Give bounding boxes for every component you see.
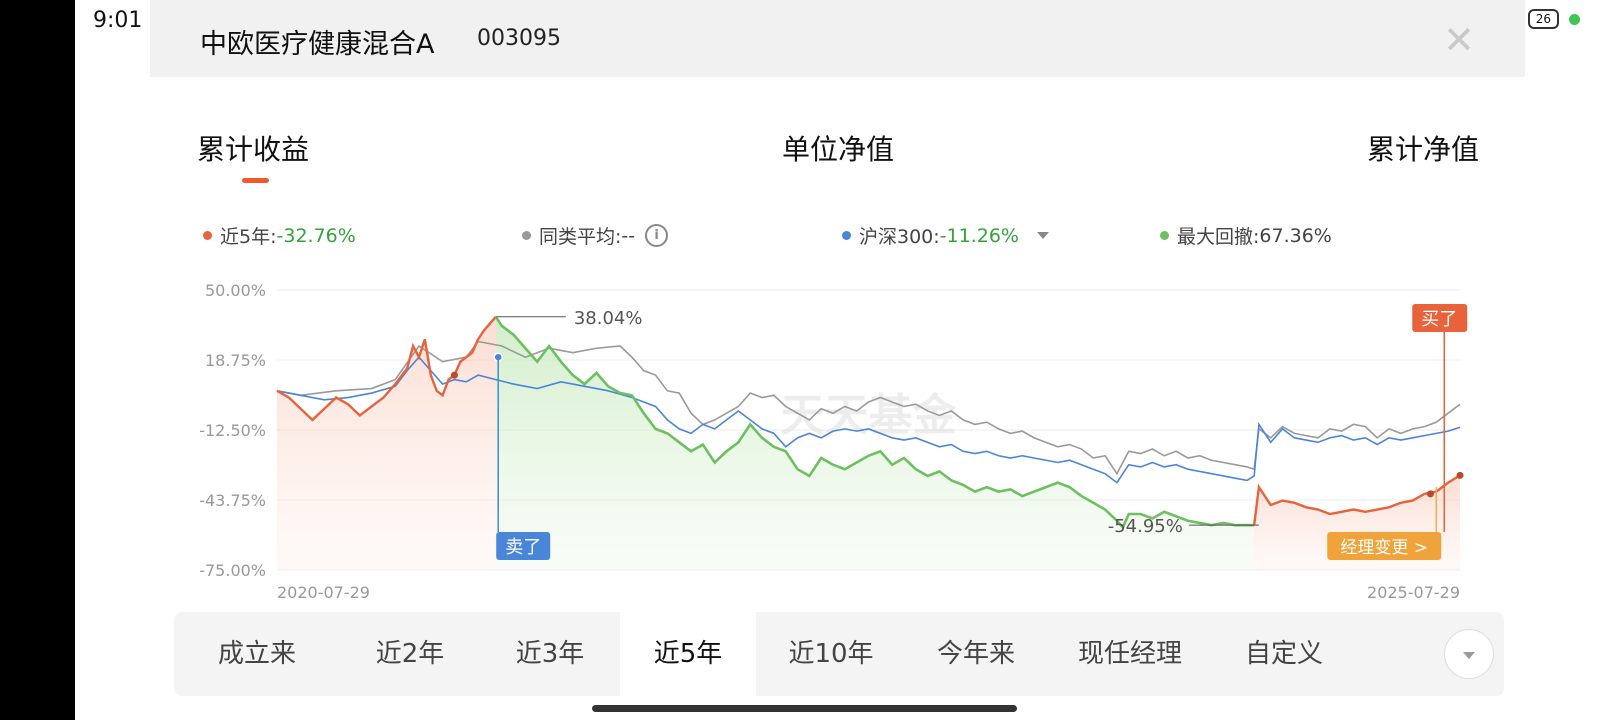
buy-badge-label: 买了 <box>1421 309 1457 330</box>
legend-index-dot <box>842 231 851 240</box>
manager-change-label: 经理变更 > <box>1340 538 1428 558</box>
legend-drawdown-label: 最大回撤: <box>1177 226 1260 248</box>
fund-header: 中欧医疗健康混合A 003095 ✕ <box>150 0 1525 77</box>
chart-watermark: 天天基金 <box>781 390 958 441</box>
more-periods-button[interactable] <box>1444 629 1494 679</box>
legend-drawdown-value: 67.36% <box>1259 224 1332 247</box>
period-since-inception[interactable]: 成立来 <box>174 612 340 696</box>
trade-point <box>450 371 458 379</box>
home-indicator[interactable] <box>592 705 1017 712</box>
buy-point <box>1426 490 1434 498</box>
y-tick-label: -12.50% <box>199 421 266 440</box>
end-point <box>1456 471 1464 479</box>
y-tick-label: -43.75% <box>199 491 266 510</box>
fund-code: 003095 <box>477 26 561 51</box>
legend-drawdown: 最大回撤: 67.36% <box>1160 222 1332 249</box>
legend-peer-value: -- <box>621 224 636 247</box>
active-tab-indicator <box>242 178 269 183</box>
close-icon[interactable]: ✕ <box>1443 18 1475 62</box>
cumulative-return-chart[interactable]: 50.00% 18.75% -12.50% -43.75% -75.00% 天天基金 38.… <box>0 270 1600 610</box>
period-2y[interactable]: 近2年 <box>340 612 480 696</box>
legend-fund-label: 近5年: <box>220 226 277 248</box>
battery-icon: 26 <box>1527 9 1559 29</box>
legend-fund: 近5年: -32.76% <box>203 222 356 249</box>
period-current-manager[interactable]: 现任经理 <box>1046 612 1214 696</box>
legend-fund-value: -32.76% <box>276 224 356 247</box>
y-tick-label: 50.00% <box>205 281 266 300</box>
legend-peer: 同类平均: -- i <box>522 222 669 249</box>
fund-area-before <box>277 316 496 570</box>
chart-legend: 近5年: -32.76% 同类平均: -- i 沪深300: -11.26% 最… <box>0 222 1600 252</box>
legend-peer-label: 同类平均: <box>539 226 622 248</box>
period-custom[interactable]: 自定义 <box>1214 612 1354 696</box>
period-3y[interactable]: 近3年 <box>480 612 620 696</box>
tab-cumulative-nav[interactable]: 累计净值 <box>1367 128 1479 168</box>
fund-name: 中欧医疗健康混合A <box>200 29 435 60</box>
legend-index[interactable]: 沪深300: -11.26% <box>842 222 1049 249</box>
period-5y[interactable]: 近5年 <box>620 612 756 696</box>
period-selector: 成立来 近2年 近3年 近5年 近10年 今年来 现任经理 自定义 <box>174 612 1504 696</box>
x-end-label: 2025-07-29 <box>1367 583 1460 602</box>
period-ytd[interactable]: 今年来 <box>906 612 1046 696</box>
info-icon[interactable]: i <box>645 224 669 247</box>
sell-badge-label: 卖了 <box>505 537 541 558</box>
privacy-dot-icon <box>1569 13 1580 25</box>
peak-label: 38.04% <box>574 308 643 329</box>
period-10y[interactable]: 近10年 <box>756 612 906 696</box>
y-tick-label: -75.00% <box>199 561 266 580</box>
legend-index-label: 沪深300: <box>859 226 940 248</box>
chart-tabs: 累计收益 单位净值 累计净值 <box>0 128 1600 188</box>
trough-label: -54.95% <box>1108 516 1183 537</box>
tab-cumulative-return[interactable]: 累计收益 <box>197 128 309 168</box>
legend-peer-dot <box>522 231 531 240</box>
legend-drawdown-dot <box>1160 231 1169 240</box>
status-time: 9:01 <box>93 8 143 33</box>
dropdown-arrow-icon[interactable] <box>1036 232 1049 239</box>
tab-unit-nav[interactable]: 单位净值 <box>782 128 894 168</box>
legend-fund-dot <box>203 231 212 240</box>
legend-index-value: -11.26% <box>939 224 1019 247</box>
x-start-label: 2020-07-29 <box>277 583 370 602</box>
y-tick-label: 18.75% <box>205 351 266 370</box>
